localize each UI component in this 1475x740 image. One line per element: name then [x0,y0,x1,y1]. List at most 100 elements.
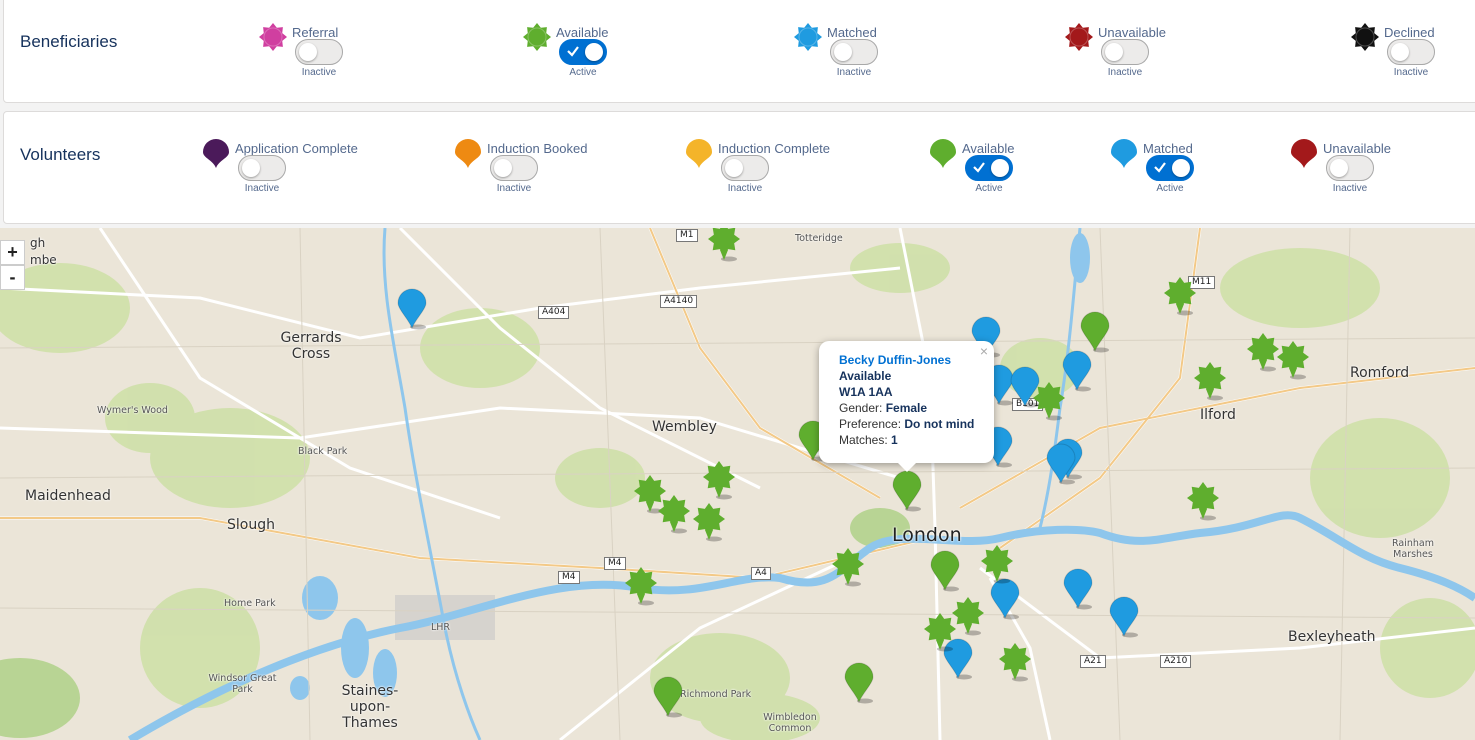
map-canvas[interactable]: + - gh mbe Totteridge Gerrards Cross Wem… [0,228,1475,740]
volunteer-available-pin[interactable] [652,676,684,718]
application-complete-toggle[interactable] [238,155,286,181]
popup-matches-value: 1 [891,433,898,447]
beneficiary-available-marker[interactable] [998,642,1032,682]
zoom-out-button[interactable]: - [0,265,25,290]
filter-label: Induction Booked [487,141,588,156]
map-label-wembley: Wembley [652,419,717,435]
popup-postcode: W1A 1AA [839,385,893,399]
map-label-wimbledon-common: Wimbledon Common [763,712,817,734]
filter-status: Inactive [1107,67,1143,78]
referral-toggle[interactable] [295,39,343,65]
popup-matches-label: Matches: [839,433,888,447]
popup-preference-label: Preference: [839,417,902,431]
filter-label: Application Complete [235,141,358,156]
map-label-maidenhead: Maidenhead [25,488,111,504]
zoom-in-button[interactable]: + [0,240,25,265]
filter-label: Referral [292,25,339,40]
map-label-mbe: mbe [30,253,57,267]
beneficiary-available-marker[interactable] [923,612,957,652]
unavailable-toggle[interactable] [1101,39,1149,65]
map-label-windsor-great-park: Windsor Great Park [208,673,277,695]
declined-toggle[interactable] [1387,39,1435,65]
map-label-totteridge: Totteridge [795,233,843,244]
beneficiary-available-marker[interactable] [1276,340,1310,380]
filter-label: Induction Complete [718,141,831,156]
pin-marker-icon [1291,139,1317,168]
map-label-rainham-marshes: Rainham Marshes [1392,538,1434,560]
volunteer-matched-pin[interactable] [1045,443,1077,485]
volunteer-available-pin[interactable] [929,550,961,592]
filter-status: Inactive [301,67,337,78]
map-label-gerrards-cross: Gerrards Cross [280,330,342,362]
popup-tip [897,462,917,472]
beneficiary-available-marker[interactable] [1163,276,1197,316]
popup-gender-value: Female [885,401,928,415]
gear-marker-icon [794,23,822,51]
road-shield-m4: M4 [558,571,580,584]
beneficiary-available-marker[interactable] [980,544,1014,584]
road-shield-m4: M4 [604,557,626,570]
map-background [0,228,1475,740]
beneficiary-available-marker[interactable] [692,502,726,542]
volunteer-available-toggle[interactable] [965,155,1013,181]
close-icon[interactable]: × [980,343,988,359]
map-label-richmond-park: Richmond Park [680,689,752,700]
volunteers-filter-card: Volunteers Application Complete Inactive… [3,111,1475,224]
matched-toggle[interactable] [830,39,878,65]
beneficiary-available-marker[interactable] [831,547,865,587]
volunteer-available-pin[interactable] [891,470,923,512]
road-shield-a4140: A4140 [660,295,698,308]
pin-marker-icon [1111,139,1137,168]
filter-status: Inactive [496,183,532,194]
beneficiary-available-marker[interactable] [1186,481,1220,521]
volunteer-available-pin[interactable] [843,662,875,704]
beneficiary-available-marker[interactable] [624,566,658,606]
pin-marker-icon [686,139,712,168]
volunteer-matched-pin[interactable] [1062,568,1094,610]
map-label-london: London [892,524,962,546]
gear-marker-icon [1065,23,1093,51]
road-shield-m1: M1 [676,229,698,242]
popup-gender-row: Gender: Female [839,401,927,415]
popup-preference-row: Preference: Do not mind [839,417,974,431]
induction-booked-toggle[interactable] [490,155,538,181]
filter-label: Matched [827,25,877,40]
gear-marker-icon [259,23,287,51]
beneficiary-available-marker[interactable] [702,460,736,500]
volunteer-unavailable-toggle[interactable] [1326,155,1374,181]
filter-status: Inactive [1332,183,1368,194]
road-shield-a21: A21 [1080,655,1106,668]
map-label-bexleyheath: Bexleyheath [1288,629,1376,645]
beneficiaries-title: Beneficiaries [20,32,118,51]
marker-info-popup: × Becky Duffin-Jones Available W1A 1AA G… [819,341,994,472]
volunteer-matched-pin[interactable] [1108,596,1140,638]
gear-marker-icon [523,23,551,51]
filter-status: Inactive [1393,67,1429,78]
volunteer-matched-pin[interactable] [989,578,1021,620]
beneficiary-available-marker[interactable] [707,228,741,262]
popup-preference-value: Do not mind [904,417,975,431]
beneficiary-available-marker[interactable] [1193,361,1227,401]
filter-status: Inactive [244,183,280,194]
available-toggle[interactable] [559,39,607,65]
map-label-black-park: Black Park [298,446,348,457]
beneficiary-available-marker[interactable] [1246,332,1280,372]
map-label-romford: Romford [1350,365,1410,381]
filter-label: Unavailable [1323,141,1391,156]
volunteer-matched-pin[interactable] [396,288,428,330]
beneficiary-available-marker[interactable] [1032,381,1066,421]
volunteer-matched-toggle[interactable] [1146,155,1194,181]
map-label-staines: Staines-upon-Thames [341,683,399,731]
filter-label: Matched [1143,141,1193,156]
popup-name-link[interactable]: Becky Duffin-Jones [839,353,951,367]
gear-marker-icon [1351,23,1379,51]
volunteer-available-pin[interactable] [1079,311,1111,353]
beneficiary-available-marker[interactable] [657,494,691,534]
filter-status: Active [569,67,597,78]
induction-complete-toggle[interactable] [721,155,769,181]
map-label-wymers-wood: Wymer's Wood [97,405,168,416]
filter-label: Available [556,25,609,40]
road-shield-a404: A404 [538,306,570,319]
filter-status: Active [975,183,1003,194]
popup-matches-row: Matches: 1 [839,433,898,447]
